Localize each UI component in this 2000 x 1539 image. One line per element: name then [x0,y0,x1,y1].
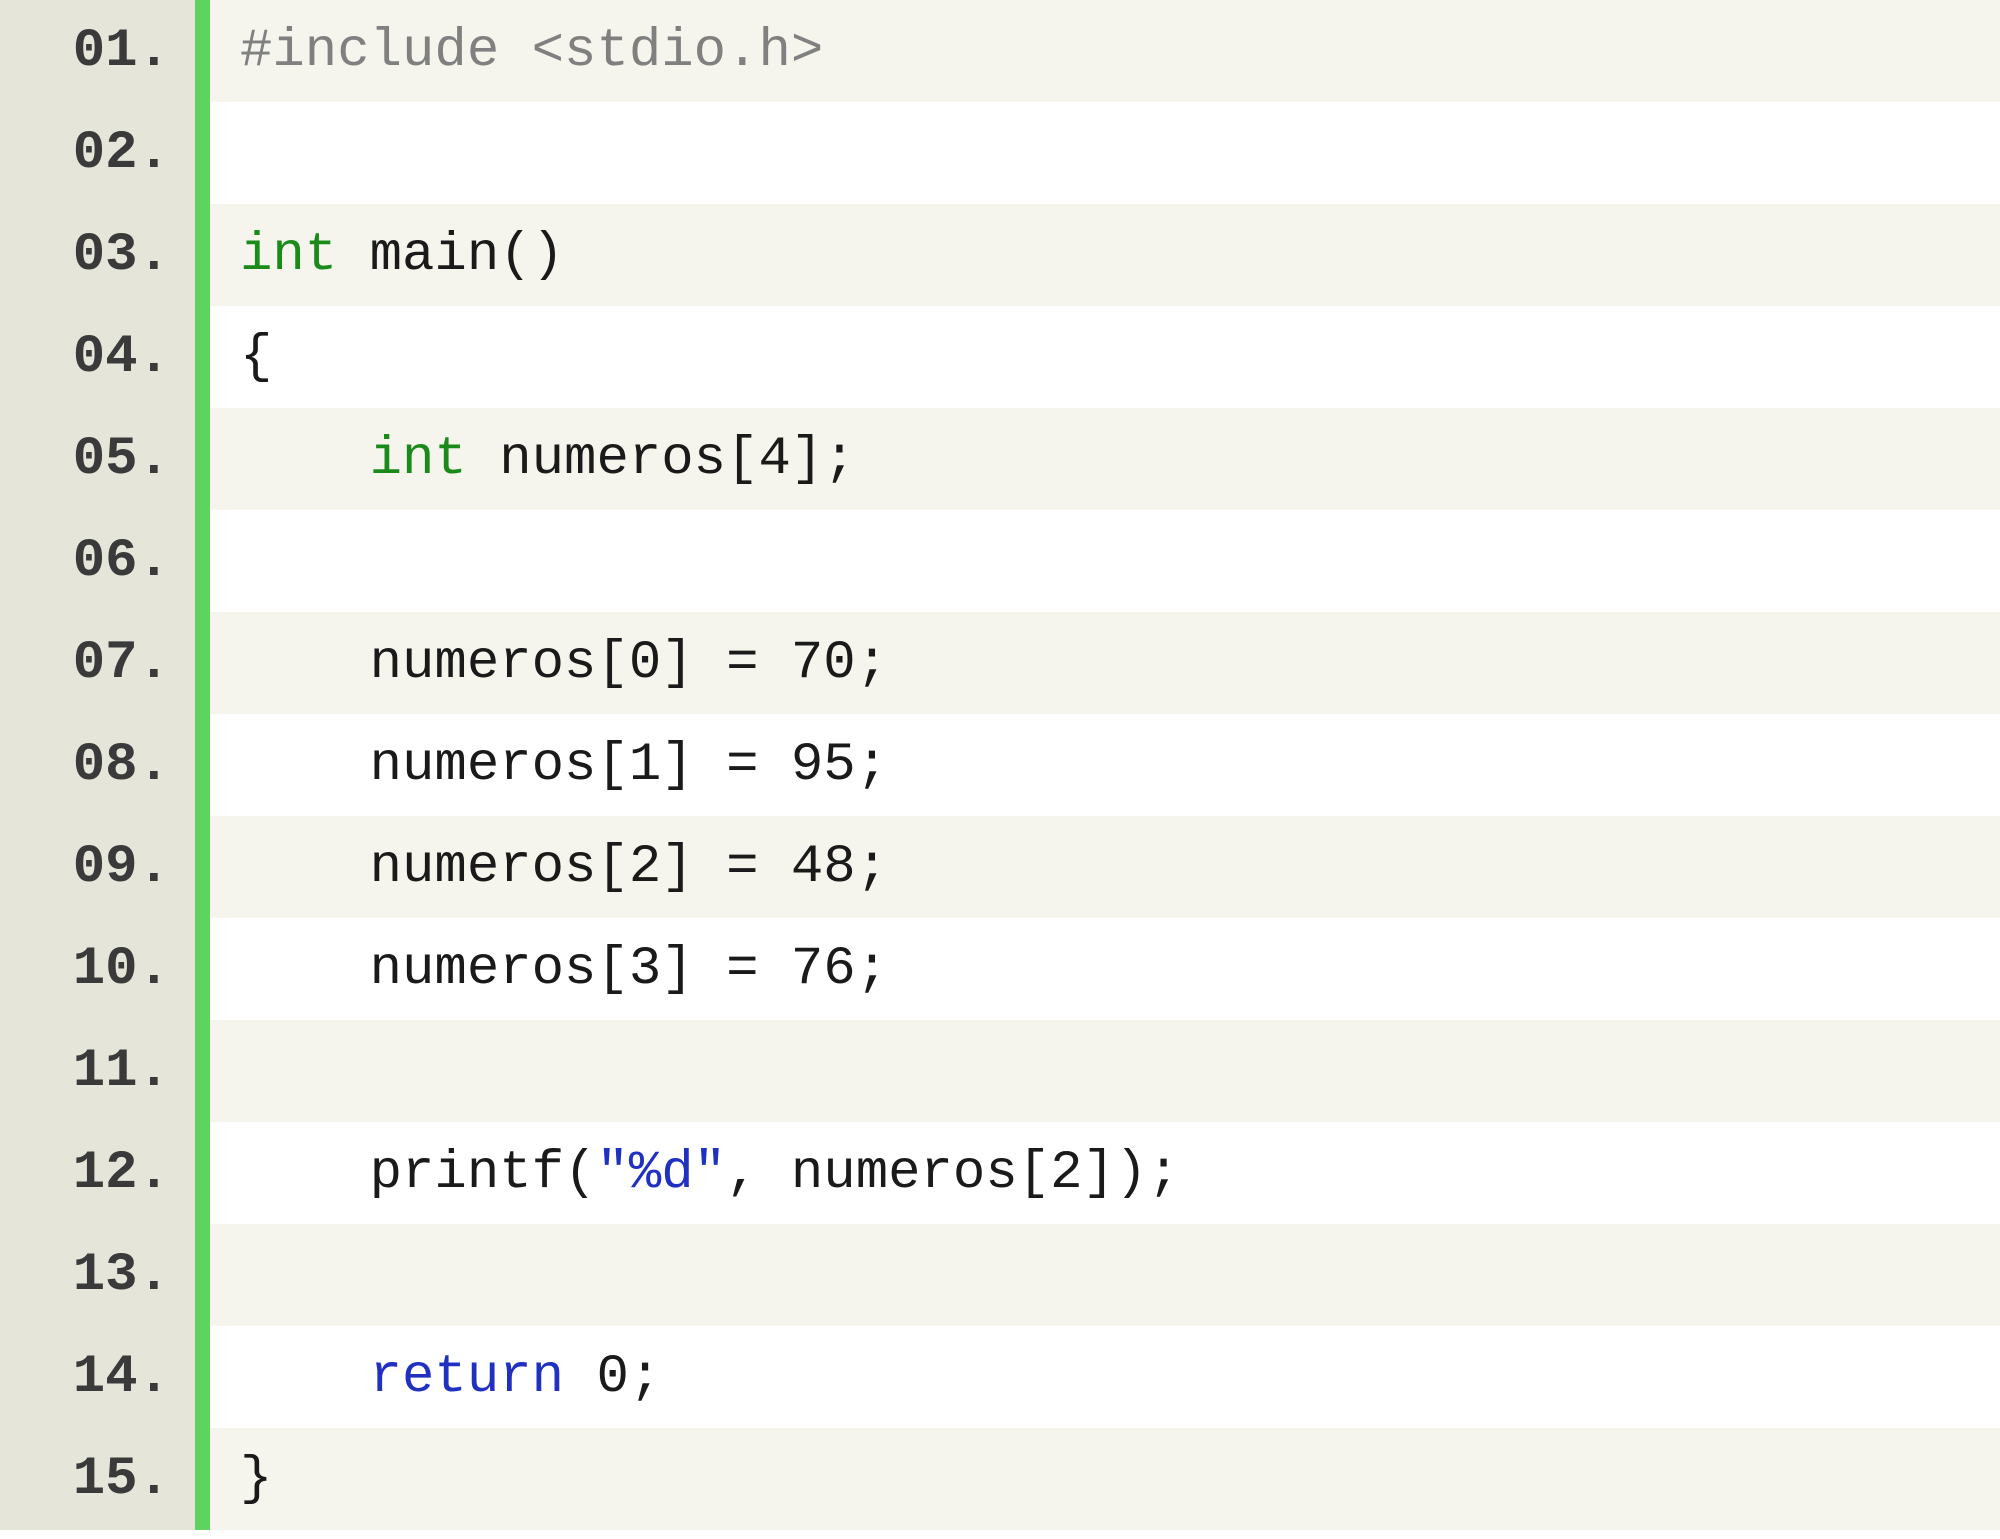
change-marker [195,816,210,918]
line-number: 11. [0,1020,195,1122]
code-content[interactable]: return 0; [210,1326,661,1428]
change-marker [195,1428,210,1530]
line-number: 05. [0,408,195,510]
code-line[interactable]: 06. [0,510,2000,612]
code-content[interactable]: int numeros[4]; [210,408,856,510]
code-token: , numeros[2]); [726,1143,1180,1204]
code-editor[interactable]: 01.#include <stdio.h>02.03.int main()04.… [0,0,2000,1539]
change-marker [195,612,210,714]
code-line[interactable]: 08. numeros[1] = 95; [0,714,2000,816]
code-line[interactable]: 04. { [0,306,2000,408]
code-token: return [370,1347,564,1408]
code-token: numeros[1] = 95; [240,735,888,796]
code-content[interactable]: numeros[3] = 76; [210,918,888,1020]
change-marker [195,510,210,612]
code-token: int [370,429,467,490]
line-number: 10. [0,918,195,1020]
change-marker [195,306,210,408]
code-line[interactable]: 11. [0,1020,2000,1122]
change-marker [195,1326,210,1428]
line-number: 14. [0,1326,195,1428]
change-marker [195,102,210,204]
line-number: 12. [0,1122,195,1224]
code-token: numeros[4]; [467,429,856,490]
code-line[interactable]: 09. numeros[2] = 48; [0,816,2000,918]
code-content[interactable] [210,1020,240,1122]
code-token [240,1347,370,1408]
code-content[interactable]: #include <stdio.h> [210,0,823,102]
code-token: int [240,225,337,286]
code-content[interactable]: } [210,1428,272,1530]
code-line[interactable]: 02. [0,102,2000,204]
line-number: 15. [0,1428,195,1530]
code-content[interactable]: int main() [210,204,564,306]
code-content[interactable] [210,1224,240,1326]
code-line[interactable]: 05. int numeros[4]; [0,408,2000,510]
code-line[interactable]: 10. numeros[3] = 76; [0,918,2000,1020]
code-token: printf( [240,1143,596,1204]
line-number: 09. [0,816,195,918]
code-line[interactable]: 12. printf("%d", numeros[2]); [0,1122,2000,1224]
code-content[interactable]: numeros[2] = 48; [210,816,888,918]
change-marker [195,1224,210,1326]
change-marker [195,408,210,510]
change-marker [195,204,210,306]
code-line[interactable]: 07. numeros[0] = 70; [0,612,2000,714]
change-marker [195,0,210,102]
line-number: 13. [0,1224,195,1326]
line-number: 01. [0,0,195,102]
code-token: "%d" [596,1143,726,1204]
line-number: 07. [0,612,195,714]
code-line[interactable]: 14. return 0; [0,1326,2000,1428]
code-token: #include <stdio.h> [240,21,823,82]
code-content[interactable]: numeros[0] = 70; [210,612,888,714]
change-marker [195,714,210,816]
code-content[interactable] [210,510,240,612]
line-number: 02. [0,102,195,204]
line-number: 04. [0,306,195,408]
code-token: 0; [564,1347,661,1408]
code-line[interactable]: 13. [0,1224,2000,1326]
code-line[interactable]: 03.int main() [0,204,2000,306]
code-token: numeros[0] = 70; [240,633,888,694]
code-token: } [240,1449,272,1510]
code-token: numeros[3] = 76; [240,939,888,1000]
code-token: { [240,327,272,388]
change-marker [195,1122,210,1224]
code-token: main() [337,225,564,286]
code-content[interactable]: numeros[1] = 95; [210,714,888,816]
code-token: numeros[2] = 48; [240,837,888,898]
code-content[interactable] [210,102,240,204]
line-number: 03. [0,204,195,306]
line-number: 08. [0,714,195,816]
line-number: 06. [0,510,195,612]
code-content[interactable]: printf("%d", numeros[2]); [210,1122,1180,1224]
change-marker [195,1020,210,1122]
change-marker [195,918,210,1020]
code-line[interactable]: 01. #include <stdio.h> [0,0,2000,102]
code-token [240,429,370,490]
code-line[interactable]: 15.} [0,1428,2000,1530]
code-content[interactable]: { [210,306,272,408]
